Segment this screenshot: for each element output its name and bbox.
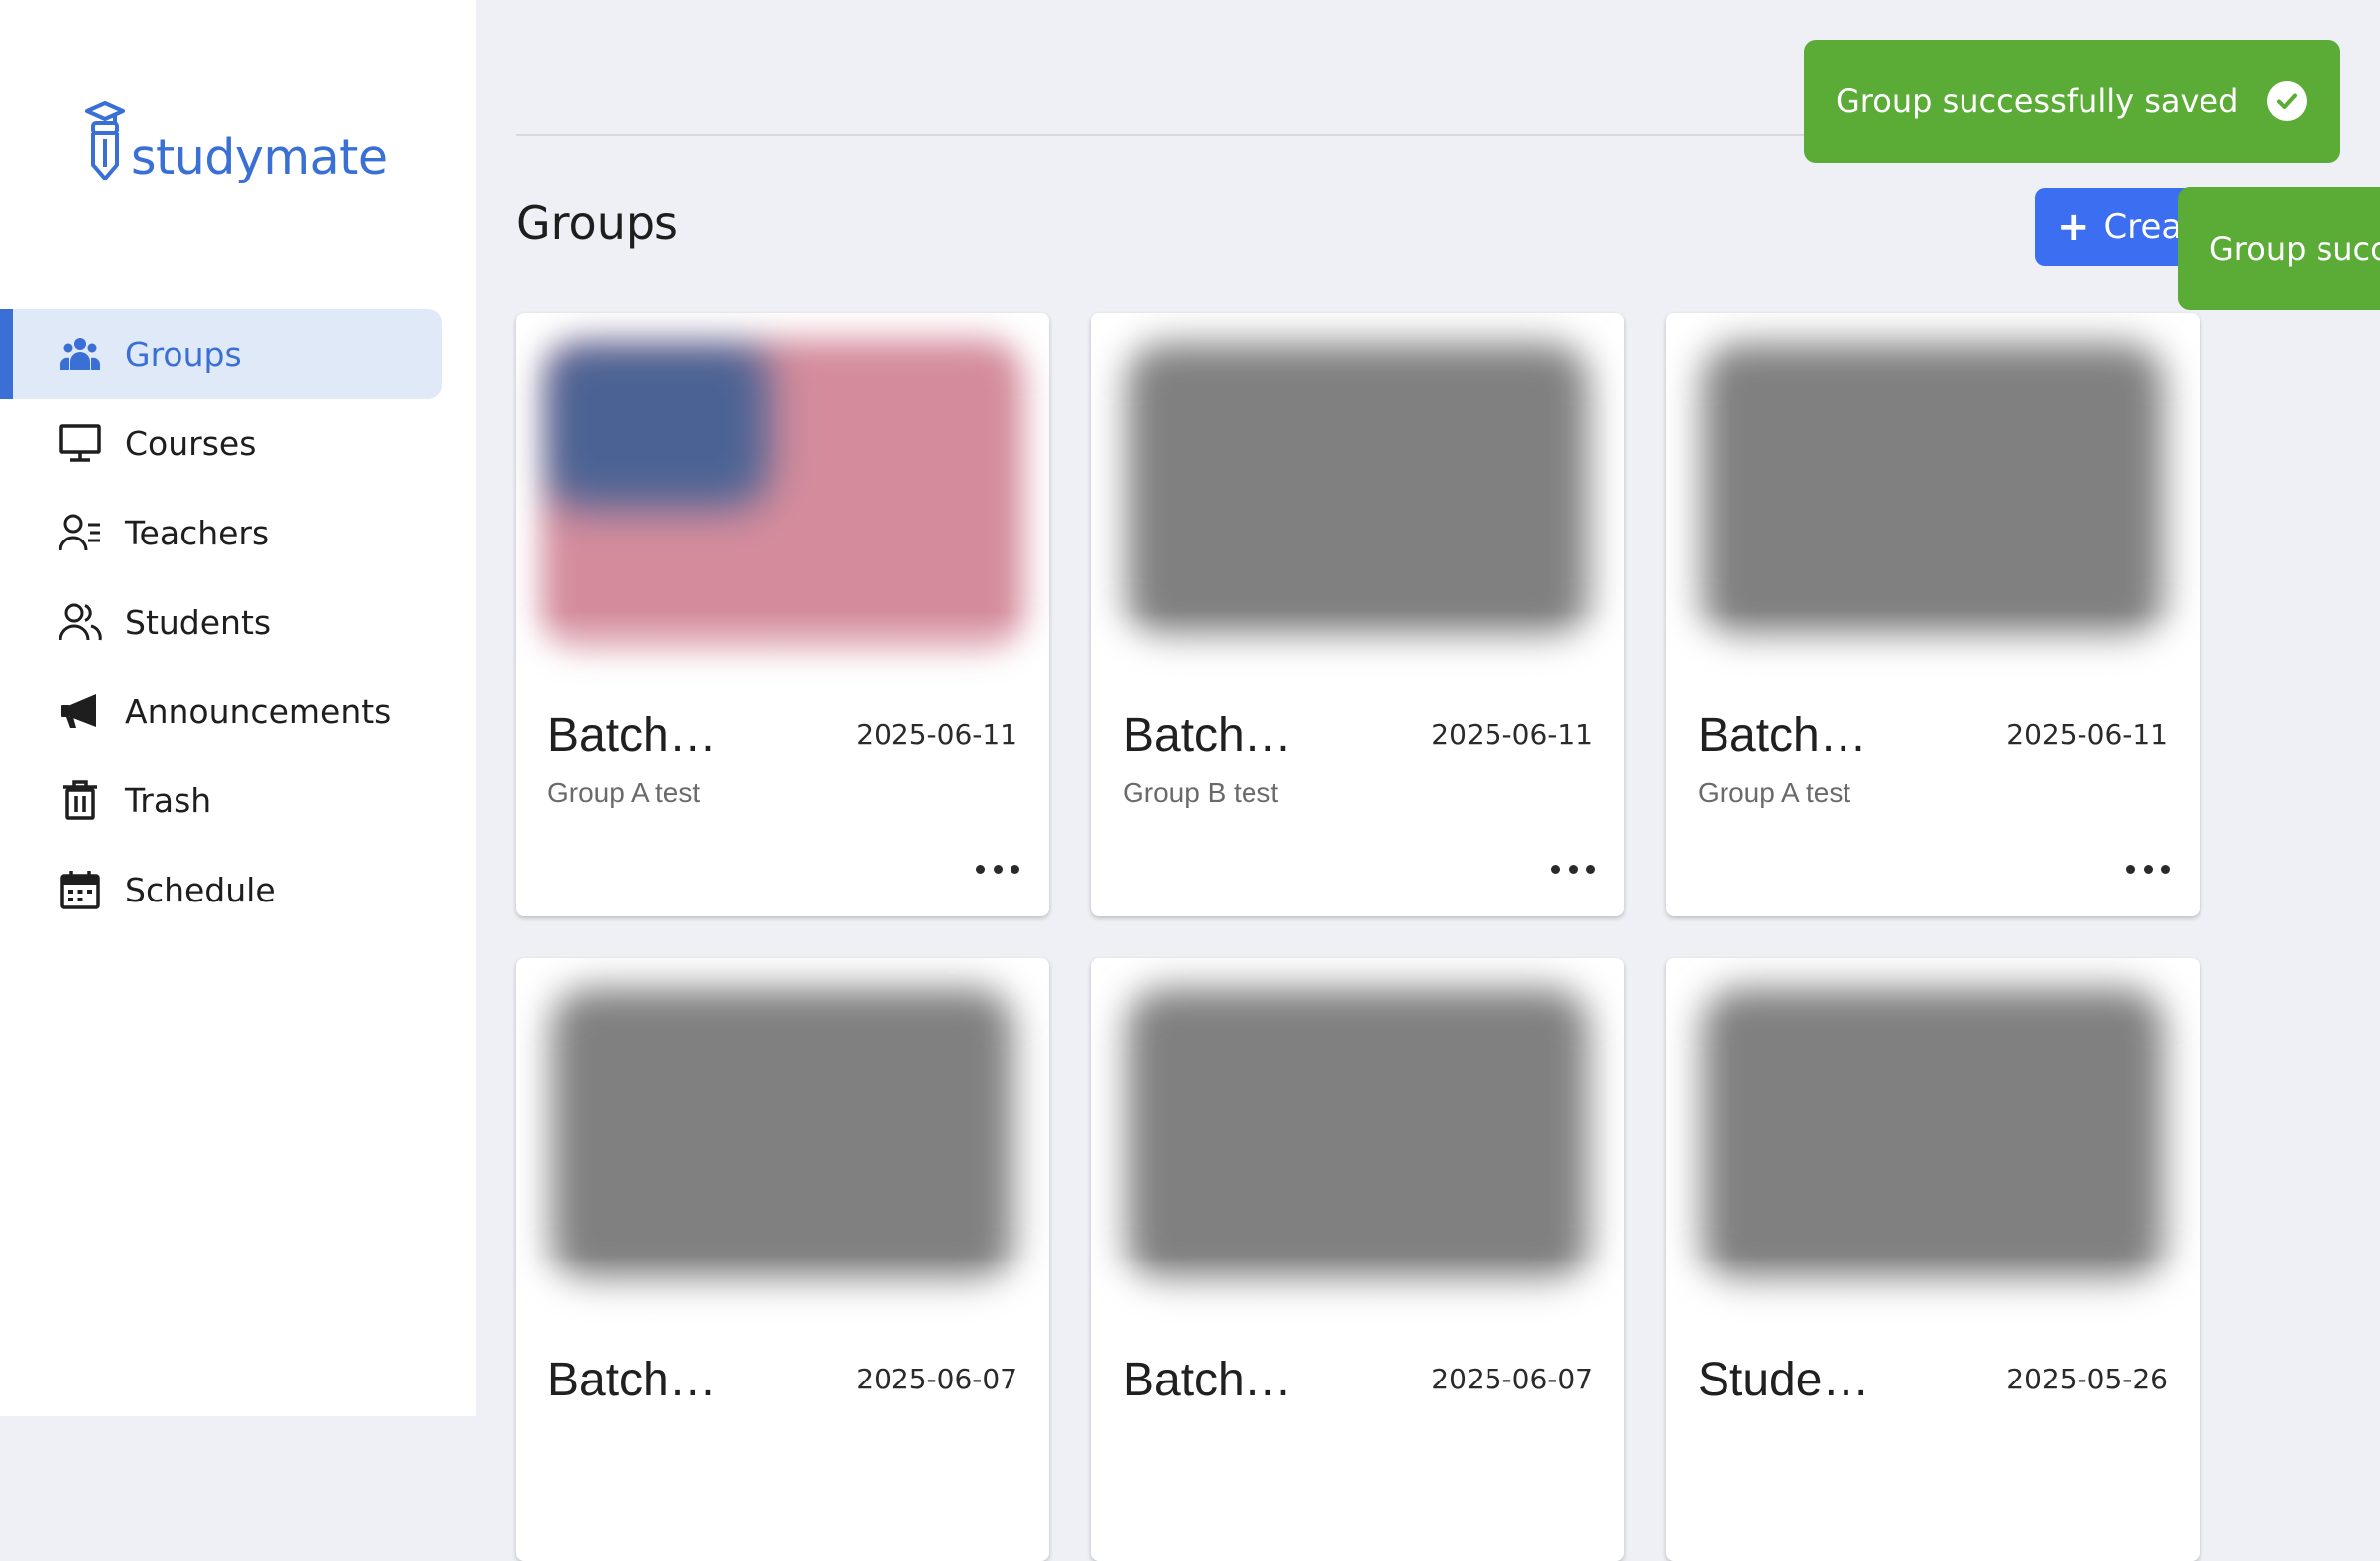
- group-card-date: 2025-06-07: [856, 1363, 1017, 1395]
- sidebar: studymate Groups Courses Teachers Studen…: [0, 0, 476, 1416]
- group-card[interactable]: Batch… 2025-06-11 Group A test: [1666, 313, 2200, 916]
- sidebar-item-label: Groups: [125, 334, 242, 374]
- page-title: Groups: [516, 196, 679, 250]
- group-card-image: [516, 313, 1049, 700]
- group-card-title: Batch…: [1123, 709, 1292, 762]
- students-icon: [58, 599, 103, 645]
- group-card-title: Batch…: [1698, 709, 1867, 762]
- sidebar-item-announcements[interactable]: Announcements: [0, 666, 476, 756]
- toast-message: Group successfully saved: [1836, 82, 2239, 120]
- more-options-icon[interactable]: [976, 857, 1019, 881]
- group-card-title: Batch…: [547, 1354, 717, 1406]
- group-card-image: [1091, 313, 1624, 700]
- header-divider: [516, 134, 1904, 136]
- group-card-date: 2025-06-11: [2006, 718, 2168, 751]
- group-card-date: 2025-06-11: [856, 718, 1017, 751]
- sidebar-item-teachers[interactable]: Teachers: [0, 488, 476, 577]
- group-card[interactable]: Batch… 2025-06-11 Group A test: [516, 313, 1049, 916]
- more-options-icon[interactable]: [2126, 857, 2170, 881]
- sidebar-item-label: Teachers: [125, 513, 270, 552]
- group-card-subtitle: Group A test: [547, 778, 701, 808]
- group-card-image: [516, 958, 1049, 1345]
- sidebar-item-trash[interactable]: Trash: [0, 756, 476, 845]
- success-toast-secondary[interactable]: Group succ: [2178, 187, 2380, 310]
- group-card-date: 2025-05-26: [2006, 1363, 2168, 1395]
- group-card-subtitle: Group A test: [1698, 778, 1851, 808]
- sidebar-item-courses[interactable]: Courses: [0, 399, 476, 488]
- sidebar-item-label: Courses: [125, 423, 257, 463]
- group-card-date: 2025-06-11: [1431, 718, 1593, 751]
- group-card-title: Student…: [1698, 1354, 1896, 1406]
- more-options-icon[interactable]: [1551, 857, 1595, 881]
- groups-icon: [58, 331, 103, 377]
- group-card[interactable]: Batch… 2025-06-11 Group B test: [1091, 313, 1624, 916]
- group-card-image: [1666, 313, 2200, 700]
- sidebar-item-label: Announcements: [125, 691, 392, 731]
- teacher-icon: [58, 510, 103, 555]
- group-card-title: Batch…: [547, 709, 717, 762]
- sidebar-nav: Groups Courses Teachers Students Announc…: [0, 309, 476, 934]
- calendar-icon: [58, 867, 103, 912]
- monitor-icon: [58, 420, 103, 466]
- group-card-subtitle: Group B test: [1123, 778, 1279, 808]
- group-card[interactable]: Student… 2025-05-26: [1666, 958, 2200, 1561]
- group-card-image: [1091, 958, 1624, 1345]
- logo-text: studymate: [131, 129, 388, 185]
- toast-message: Group succ: [2209, 230, 2380, 268]
- sidebar-item-label: Schedule: [125, 870, 276, 909]
- group-card[interactable]: Batch… 2025-06-07: [516, 958, 1049, 1561]
- megaphone-icon: [58, 688, 103, 734]
- group-card-date: 2025-06-07: [1431, 1363, 1593, 1395]
- sidebar-item-label: Students: [125, 602, 272, 642]
- logo-pencil-icon: [85, 99, 125, 187]
- sidebar-item-students[interactable]: Students: [0, 577, 476, 666]
- plus-icon: +: [2057, 204, 2090, 250]
- sidebar-item-schedule[interactable]: Schedule: [0, 845, 476, 934]
- group-card-image: [1666, 958, 2200, 1345]
- success-toast[interactable]: Group successfully saved: [1804, 40, 2340, 163]
- trash-icon: [58, 778, 103, 823]
- studymate-logo[interactable]: studymate: [85, 99, 388, 187]
- sidebar-item-label: Trash: [125, 780, 212, 820]
- sidebar-item-groups[interactable]: Groups: [0, 309, 442, 399]
- group-card-title: Batch…: [1123, 1354, 1292, 1406]
- check-circle-icon: [2267, 81, 2307, 121]
- main-content: Groups + Creat Batch… 2025-06-11 Group A…: [476, 0, 2380, 1561]
- group-card[interactable]: Batch… 2025-06-07: [1091, 958, 1624, 1561]
